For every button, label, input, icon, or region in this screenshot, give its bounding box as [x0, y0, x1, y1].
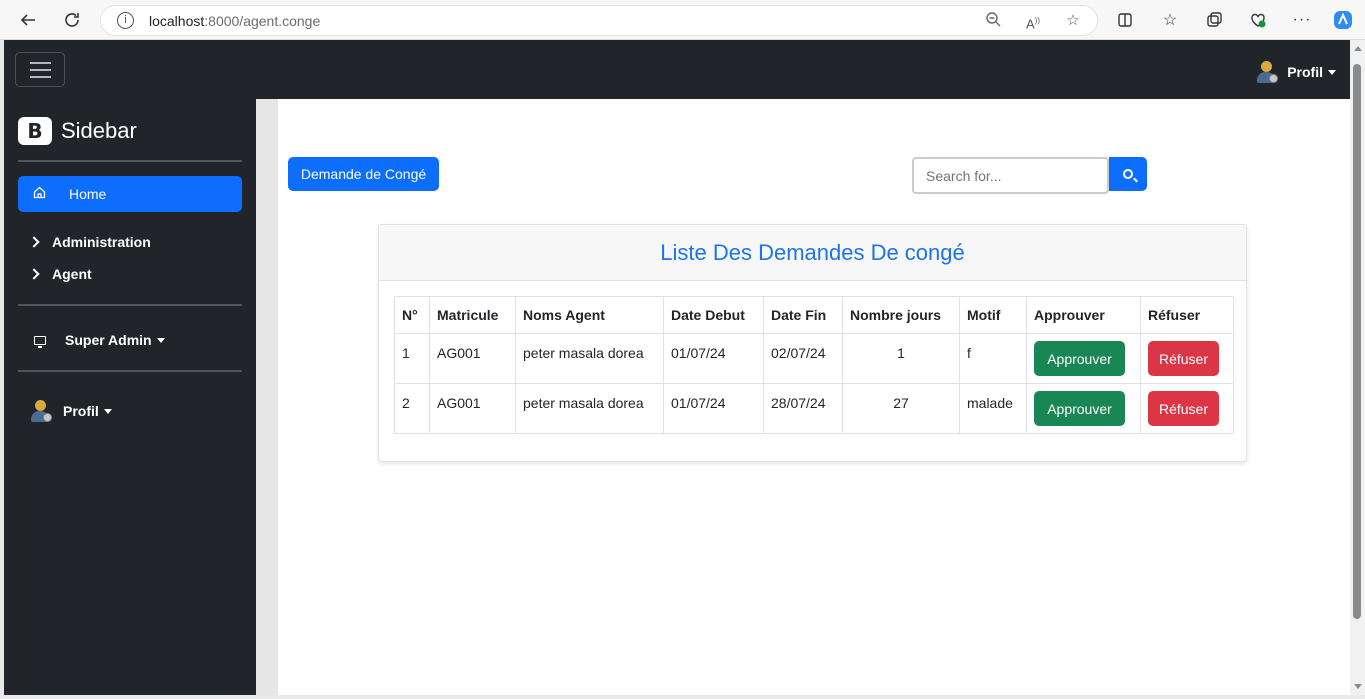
sidebar-divider [18, 370, 242, 372]
col-header-motif: Motif [959, 296, 1027, 334]
browser-toolbar: i localhost:8000/agent.conge A)) ☆ ☆ ··· [0, 0, 1365, 40]
card-title: Liste Des Demandes De congé [660, 239, 965, 265]
col-header-refuser: Réfuser [1140, 296, 1234, 334]
back-arrow-icon[interactable] [16, 8, 40, 32]
sidebar: B Sidebar Home Administration Agent Supe… [4, 99, 256, 695]
read-aloud-icon[interactable]: A)) [1023, 11, 1043, 31]
sidebar-item-home[interactable]: Home [18, 176, 242, 212]
reload-icon[interactable] [60, 8, 84, 32]
app-window: Profil B Sidebar Home Administration Age… [4, 40, 1350, 695]
cell-approuver: Approuver [1026, 333, 1141, 384]
cell-matricule: AG001 [429, 333, 516, 384]
sidebar-brand[interactable]: B Sidebar [18, 117, 137, 145]
sidebar-profile-dropdown[interactable]: Profil [28, 399, 112, 423]
super-admin-dropdown[interactable]: Super Admin [34, 332, 165, 348]
scrollbar-thumb[interactable] [1353, 64, 1361, 619]
refuse-button[interactable]: Réfuser [1148, 341, 1219, 376]
cell-matricule: AG001 [429, 383, 516, 434]
sidebar-divider [18, 304, 242, 306]
sidebar-toggle-button[interactable] [15, 52, 65, 87]
search-button[interactable] [1109, 157, 1147, 191]
cell-motif: malade [959, 383, 1027, 434]
table-row: 1 AG001 peter masala dorea 01/07/24 02/0… [394, 333, 1234, 384]
main-content: Demande de Congé Liste Des Demandes De c… [278, 99, 1350, 695]
sidebar-item-agent[interactable]: Agent [28, 266, 92, 282]
super-admin-label: Super Admin [65, 332, 152, 348]
caret-down-icon [1328, 69, 1336, 75]
demande-conge-button[interactable]: Demande de Congé [288, 157, 439, 191]
address-bar[interactable]: i localhost:8000/agent.conge A)) ☆ [100, 5, 1098, 36]
search-input[interactable] [912, 157, 1109, 194]
sidebar-item-label: Administration [52, 234, 151, 250]
approve-button[interactable]: Approuver [1034, 341, 1125, 376]
col-header-matricule: Matricule [429, 296, 516, 334]
search-icon [1123, 169, 1133, 179]
cell-refuser: Réfuser [1140, 383, 1234, 434]
cell-nombre-jours: 27 [842, 383, 960, 434]
scroll-down-arrow-icon[interactable] [1354, 684, 1362, 689]
avatar-icon [1254, 60, 1279, 84]
more-options-icon[interactable]: ··· [1290, 8, 1314, 32]
card-header: Liste Des Demandes De congé [379, 225, 1246, 281]
cell-nom: peter masala dorea [515, 383, 664, 434]
cell-date-fin: 28/07/24 [763, 383, 843, 434]
col-header-date-debut: Date Debut [663, 296, 764, 334]
home-icon [33, 186, 49, 202]
sidebar-item-administration[interactable]: Administration [28, 234, 151, 250]
favorites-icon[interactable]: ☆ [1158, 8, 1182, 32]
cell-refuser: Réfuser [1140, 333, 1234, 384]
col-header-n: N° [394, 296, 430, 334]
top-profile-dropdown[interactable]: Profil [1254, 60, 1336, 84]
col-header-approuver: Approuver [1026, 296, 1141, 334]
caret-down-icon [103, 408, 112, 414]
top-profile-label: Profil [1287, 64, 1323, 80]
approve-button[interactable]: Approuver [1034, 391, 1125, 426]
sidebar-item-label: Home [69, 186, 107, 202]
cell-date-debut: 01/07/24 [663, 383, 764, 434]
split-screen-icon[interactable] [1113, 8, 1137, 32]
cell-approuver: Approuver [1026, 383, 1141, 434]
cell-nom: peter masala dorea [515, 333, 664, 384]
browser-essentials-icon[interactable] [1246, 8, 1270, 32]
content-gutter [256, 99, 278, 695]
brand-text: Sidebar [61, 118, 137, 143]
avatar-icon [28, 399, 52, 423]
cell-motif: f [959, 333, 1027, 384]
page-scrollbar[interactable] [1350, 40, 1365, 695]
conge-list-card: Liste Des Demandes De congé N° Matricule… [378, 224, 1247, 462]
refuse-button[interactable]: Réfuser [1148, 391, 1219, 426]
cell-nombre-jours: 1 [842, 333, 960, 384]
col-header-date-fin: Date Fin [763, 296, 843, 334]
table-row: 2 AG001 peter masala dorea 01/07/24 28/0… [394, 383, 1234, 434]
bootstrap-logo-icon: B [18, 117, 52, 145]
cell-n: 2 [394, 383, 430, 434]
chevron-right-icon [28, 236, 40, 248]
site-info-icon[interactable]: i [117, 12, 134, 29]
zoom-out-icon[interactable] [983, 11, 1003, 31]
url-text: localhost:8000/agent.conge [149, 13, 321, 29]
sidebar-item-label: Agent [52, 266, 92, 282]
table-header-row: N° Matricule Noms Agent Date Debut Date … [394, 296, 1234, 334]
caret-down-icon [156, 337, 165, 343]
sidebar-profile-label: Profil [63, 403, 99, 419]
col-header-nombre-jours: Nombre jours [842, 296, 960, 334]
conge-table: N° Matricule Noms Agent Date Debut Date … [394, 296, 1234, 434]
cell-date-fin: 02/07/24 [763, 333, 843, 384]
chevron-right-icon [28, 268, 40, 280]
monitor-icon [34, 335, 46, 348]
col-header-noms-agent: Noms Agent [515, 296, 664, 334]
cell-n: 1 [394, 333, 430, 384]
copilot-icon[interactable] [1331, 8, 1355, 32]
scroll-up-arrow-icon[interactable] [1354, 46, 1362, 51]
top-navbar: Profil [4, 40, 1350, 99]
collections-icon[interactable] [1202, 8, 1226, 32]
cell-date-debut: 01/07/24 [663, 333, 764, 384]
favorite-star-icon[interactable]: ☆ [1063, 11, 1083, 31]
sidebar-divider [18, 160, 242, 162]
